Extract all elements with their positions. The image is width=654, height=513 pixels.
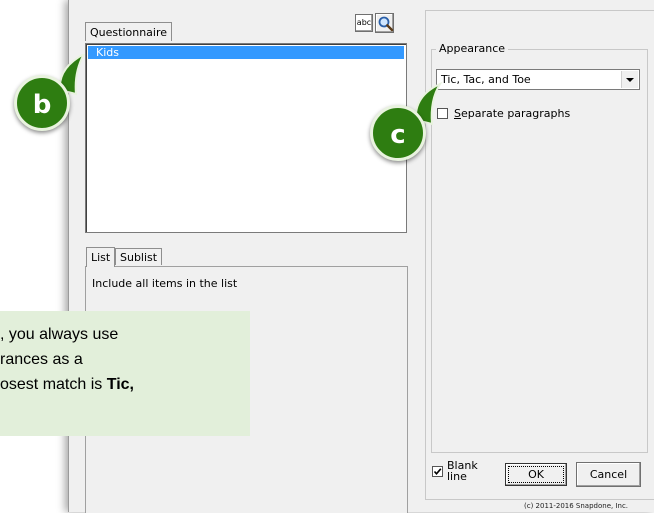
tab-questionnaire-label: Questionnaire xyxy=(90,26,168,39)
separate-paragraphs-text: eparate paragraphs xyxy=(460,107,571,120)
dropdown-arrow-button[interactable] xyxy=(621,71,638,88)
appearance-group-label: Appearance xyxy=(436,42,509,55)
cancel-label: Cancel xyxy=(589,468,628,481)
tooltip-line-1: , you always use xyxy=(0,326,119,343)
list-description: Include all items in the list xyxy=(92,277,238,290)
tab-sublist[interactable]: Sublist xyxy=(115,248,163,265)
checkmark-icon xyxy=(433,468,442,476)
search-button[interactable] xyxy=(375,13,394,33)
tooltip-line-3: osest match is Tic, xyxy=(0,373,134,397)
tooltip-line-3-bold: Tic, xyxy=(106,376,134,393)
list-item-selected[interactable]: Kids xyxy=(88,46,404,59)
tab-list[interactable]: List xyxy=(86,247,116,267)
tooltip-line-3-text: osest match is xyxy=(0,376,107,393)
tab-sublist-label: Sublist xyxy=(120,251,158,264)
abc-label: abc xyxy=(356,18,372,27)
callout-b-badge: b xyxy=(14,75,70,131)
blank-line-checkbox[interactable] xyxy=(432,466,443,477)
appearance-dropdown[interactable]: Tic, Tac, and Toe xyxy=(436,69,640,90)
ok-button[interactable]: OK xyxy=(505,463,567,486)
questionnaire-listbox[interactable]: Kids xyxy=(85,43,407,233)
ok-label: OK xyxy=(528,468,544,481)
blank-line-label: Blank line xyxy=(447,460,478,482)
tab-questionnaire[interactable]: Questionnaire xyxy=(85,22,173,41)
tab-list-label: List xyxy=(91,251,111,264)
callout-b-letter: b xyxy=(32,90,52,120)
abc-button[interactable]: abc xyxy=(355,14,373,32)
cancel-button[interactable]: Cancel xyxy=(576,462,641,487)
separate-paragraphs-label: Separate paragraphs xyxy=(454,107,571,120)
callout-c-badge: c xyxy=(370,105,426,161)
copyright-text: (c) 2011-2016 Snapdone, Inc. xyxy=(524,502,629,510)
magnifier-icon xyxy=(378,16,394,32)
callout-c: c xyxy=(370,72,466,162)
tooltip-line-2: rances as a xyxy=(0,351,83,368)
chevron-down-icon xyxy=(626,78,634,82)
blank-line-label-2: line xyxy=(447,470,467,483)
tooltip-note: , you always use rances as a osest match… xyxy=(0,311,250,436)
callout-b: b xyxy=(14,54,110,134)
callout-c-letter: c xyxy=(390,120,406,150)
